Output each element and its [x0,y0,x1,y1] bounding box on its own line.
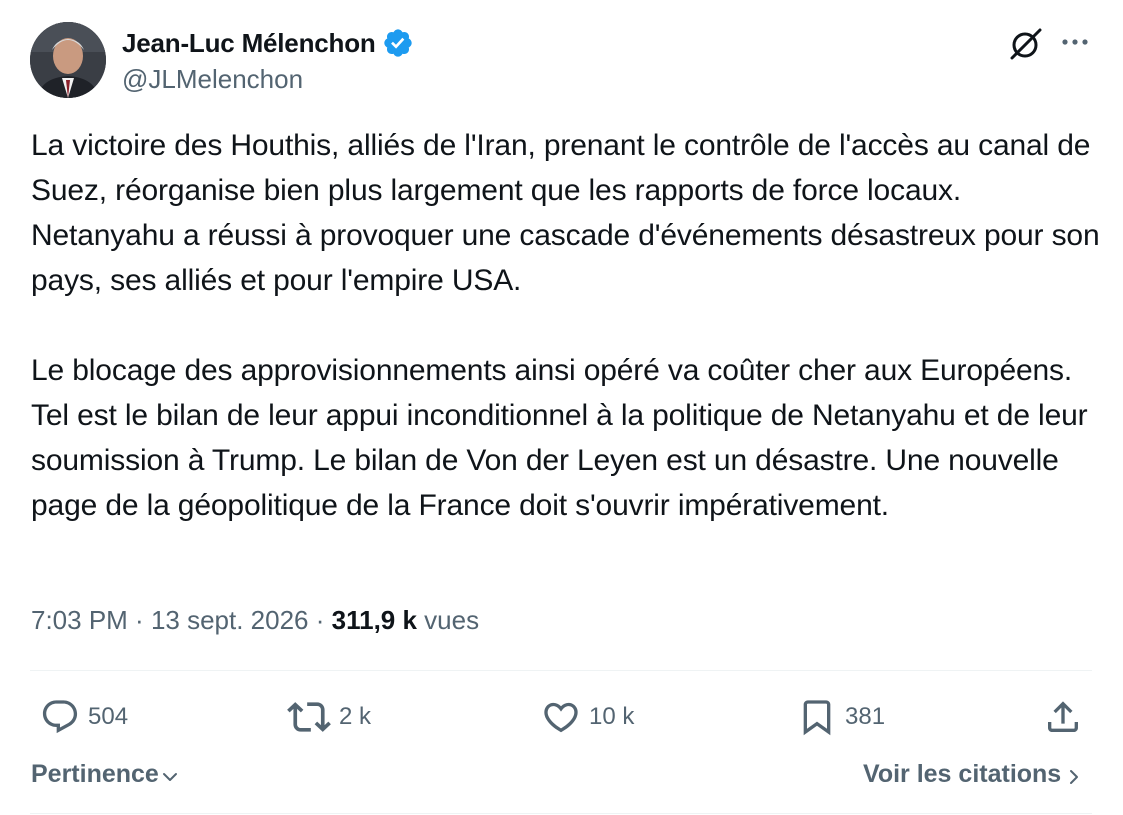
share-button[interactable] [1043,696,1083,738]
chevron-right-icon [1070,769,1079,784]
chevron-down-icon [162,772,177,781]
tweet-paragraph: Le blocage des approvisionnements ainsi … [31,354,1088,522]
grok-icon[interactable] [1008,26,1044,62]
like-button[interactable]: 10 k [541,696,634,738]
tweet-header: Jean-Luc Mélenchon @JLMelenchon [30,22,1092,100]
author-name-row: Jean-Luc Mélenchon [122,26,414,60]
more-options-icon[interactable] [1058,28,1092,58]
tweet-date[interactable]: 13 sept. 2026 [151,605,309,635]
retweet-icon [287,702,331,732]
author-handle[interactable]: @JLMelenchon [122,64,414,95]
views-count: 311,9 k [331,605,417,635]
reply-count: 504 [88,703,129,730]
author-info: Jean-Luc Mélenchon @JLMelenchon [122,26,414,95]
retweet-button[interactable]: 2 k [287,696,371,738]
reply-icon [42,700,78,734]
author-avatar[interactable] [30,22,106,98]
author-display-name[interactable]: Jean-Luc Mélenchon [122,28,376,59]
heart-icon [544,702,578,733]
reply-button[interactable]: 504 [40,696,128,738]
view-quotes-link[interactable]: Voir les citations [863,760,1081,789]
bookmark-icon [803,700,831,736]
like-count: 10 k [589,703,635,730]
views-label: vues [424,605,480,635]
divider [30,670,1092,671]
sort-label: Pertinence [31,760,159,788]
tweet-time[interactable]: 7:03 PM [31,605,128,635]
meta-separator: · [127,605,151,635]
share-icon [1048,701,1078,732]
divider [30,813,1092,814]
verified-badge-icon[interactable] [382,27,414,59]
tweet-meta: 7:03 PM · 13 sept. 2026 · 311,9 k vues [31,605,479,636]
meta-separator: · [308,605,332,635]
retweet-count: 2 k [339,703,372,730]
tweet-text: La victoire des Houthis, alliés de l'Ira… [31,123,1101,528]
bookmark-button[interactable]: 381 [797,696,885,738]
sort-dropdown[interactable]: Pertinence [31,760,179,789]
tweet-paragraph: La victoire des Houthis, alliés de l'Ira… [31,129,1100,297]
view-quotes-label: Voir les citations [863,760,1062,788]
bookmark-count: 381 [845,703,886,730]
